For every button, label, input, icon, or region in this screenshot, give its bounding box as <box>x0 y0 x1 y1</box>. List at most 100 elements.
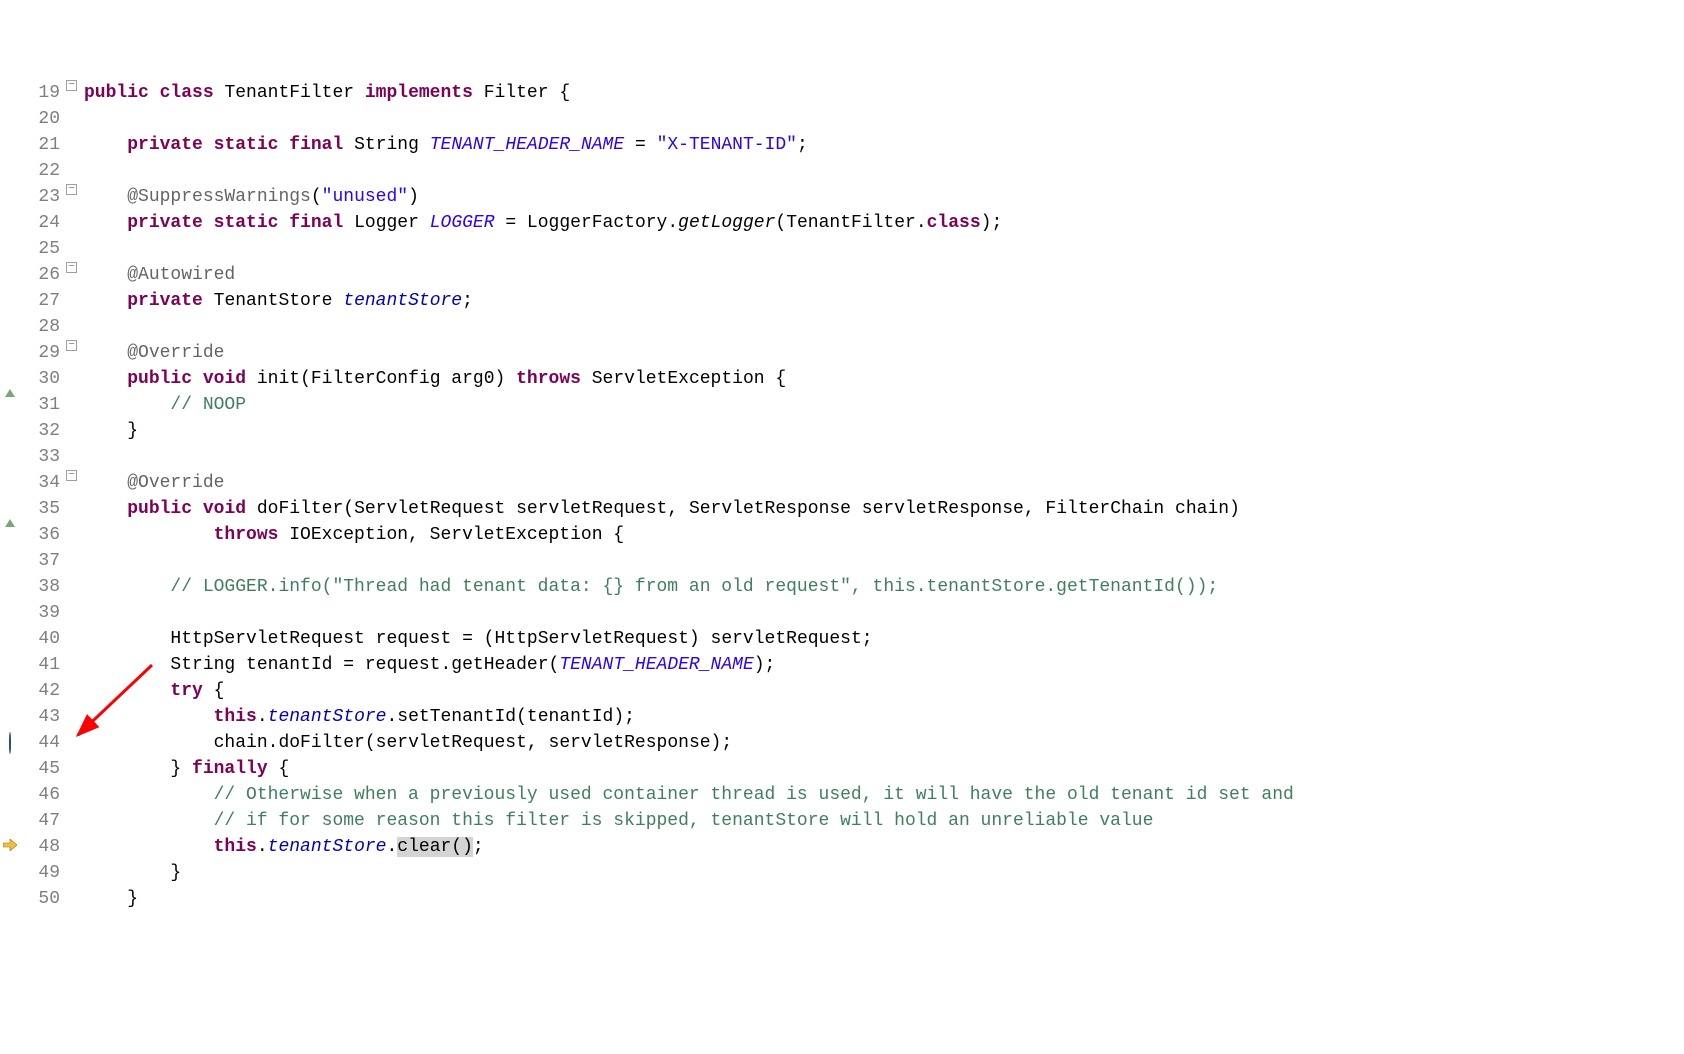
line-number[interactable]: 44 <box>20 730 66 756</box>
gutter-marker-cell[interactable] <box>0 834 20 860</box>
code-content[interactable]: @SuppressWarnings("unused") <box>82 184 1684 210</box>
line-number[interactable]: 27 <box>20 288 66 314</box>
code-content[interactable]: // if for some reason this filter is ski… <box>82 808 1684 834</box>
code-content[interactable]: } <box>82 886 1684 912</box>
fold-toggle-icon[interactable]: − <box>66 80 77 91</box>
code-content[interactable]: public void init(FilterConfig arg0) thro… <box>82 366 1684 392</box>
line-number[interactable]: 32 <box>20 418 66 444</box>
code-content[interactable]: } <box>82 418 1684 444</box>
line-number[interactable]: 43 <box>20 704 66 730</box>
line-number[interactable]: 23 <box>20 184 66 210</box>
code-content[interactable]: chain.doFilter(servletRequest, servletRe… <box>82 730 1684 756</box>
code-line[interactable]: 31 // NOOP <box>0 392 1684 418</box>
line-number[interactable]: 34 <box>20 470 66 496</box>
line-number[interactable]: 48 <box>20 834 66 860</box>
code-line[interactable]: 25 <box>0 236 1684 262</box>
code-line[interactable]: 41 String tenantId = request.getHeader(T… <box>0 652 1684 678</box>
code-line[interactable]: 19−public class TenantFilter implements … <box>0 80 1684 106</box>
code-line[interactable]: 28 <box>0 314 1684 340</box>
line-number[interactable]: 24 <box>20 210 66 236</box>
code-content[interactable]: try { <box>82 678 1684 704</box>
line-number[interactable]: 20 <box>20 106 66 132</box>
code-line[interactable]: 45 } finally { <box>0 756 1684 782</box>
code-line[interactable]: 38 // LOGGER.info("Thread had tenant dat… <box>0 574 1684 600</box>
code-content[interactable]: private TenantStore tenantStore; <box>82 288 1684 314</box>
fold-cell[interactable]: − <box>66 340 82 351</box>
code-content[interactable]: // LOGGER.info("Thread had tenant data: … <box>82 574 1684 600</box>
code-content[interactable]: String tenantId = request.getHeader(TENA… <box>82 652 1684 678</box>
fold-toggle-icon[interactable]: − <box>66 340 77 351</box>
code-line[interactable]: 40 HttpServletRequest request = (HttpSer… <box>0 626 1684 652</box>
line-number[interactable]: 47 <box>20 808 66 834</box>
code-line[interactable]: 34− @Override <box>0 470 1684 496</box>
line-number[interactable]: 28 <box>20 314 66 340</box>
code-line[interactable]: 35 public void doFilter(ServletRequest s… <box>0 496 1684 522</box>
code-line[interactable]: 48 this.tenantStore.clear(); <box>0 834 1684 860</box>
code-content[interactable]: private static final Logger LOGGER = Log… <box>82 210 1684 236</box>
code-line[interactable]: 27 private TenantStore tenantStore; <box>0 288 1684 314</box>
code-line[interactable]: 47 // if for some reason this filter is … <box>0 808 1684 834</box>
line-number[interactable]: 39 <box>20 600 66 626</box>
line-number[interactable]: 49 <box>20 860 66 886</box>
code-line[interactable]: 26− @Autowired <box>0 262 1684 288</box>
code-line[interactable]: 33 <box>0 444 1684 470</box>
fold-cell[interactable]: − <box>66 80 82 91</box>
code-content[interactable]: private static final String TENANT_HEADE… <box>82 132 1684 158</box>
line-number[interactable]: 26 <box>20 262 66 288</box>
code-content[interactable]: // Otherwise when a previously used cont… <box>82 782 1684 808</box>
line-number[interactable]: 42 <box>20 678 66 704</box>
line-number[interactable]: 50 <box>20 886 66 912</box>
line-number[interactable]: 22 <box>20 158 66 184</box>
code-content[interactable]: this.tenantStore.clear(); <box>82 834 1684 860</box>
code-line[interactable]: 44 chain.doFilter(servletRequest, servle… <box>0 730 1684 756</box>
code-line[interactable]: 50 } <box>0 886 1684 912</box>
line-number[interactable]: 45 <box>20 756 66 782</box>
code-content[interactable]: this.tenantStore.setTenantId(tenantId); <box>82 704 1684 730</box>
code-line[interactable]: 24 private static final Logger LOGGER = … <box>0 210 1684 236</box>
gutter-marker-cell[interactable] <box>0 366 20 392</box>
line-number[interactable]: 21 <box>20 132 66 158</box>
fold-cell[interactable]: − <box>66 184 82 195</box>
gutter-marker-cell[interactable] <box>0 496 20 522</box>
code-line[interactable]: 23− @SuppressWarnings("unused") <box>0 184 1684 210</box>
code-line[interactable]: 42 try { <box>0 678 1684 704</box>
code-line[interactable]: 46 // Otherwise when a previously used c… <box>0 782 1684 808</box>
line-number[interactable]: 25 <box>20 236 66 262</box>
code-content[interactable]: } <box>82 860 1684 886</box>
line-number[interactable]: 30 <box>20 366 66 392</box>
gutter-marker-cell[interactable] <box>0 730 20 756</box>
code-line[interactable]: 43 this.tenantStore.setTenantId(tenantId… <box>0 704 1684 730</box>
code-content[interactable]: // NOOP <box>82 392 1684 418</box>
code-line[interactable]: 32 } <box>0 418 1684 444</box>
breakpoint-icon[interactable] <box>9 732 11 754</box>
instruction-pointer-icon[interactable] <box>3 839 17 851</box>
code-line[interactable]: 36 throws IOException, ServletException … <box>0 522 1684 548</box>
line-number[interactable]: 29 <box>20 340 66 366</box>
line-number[interactable]: 33 <box>20 444 66 470</box>
code-line[interactable]: 29− @Override <box>0 340 1684 366</box>
line-number[interactable]: 36 <box>20 522 66 548</box>
fold-toggle-icon[interactable]: − <box>66 470 77 481</box>
line-number[interactable]: 35 <box>20 496 66 522</box>
code-line[interactable]: 21 private static final String TENANT_HE… <box>0 132 1684 158</box>
code-content[interactable]: public class TenantFilter implements Fil… <box>82 80 1684 106</box>
code-content[interactable]: @Override <box>82 340 1684 366</box>
line-number[interactable]: 19 <box>20 80 66 106</box>
fold-toggle-icon[interactable]: − <box>66 262 77 273</box>
code-line[interactable]: 37 <box>0 548 1684 574</box>
fold-cell[interactable]: − <box>66 470 82 481</box>
code-line[interactable]: 39 <box>0 600 1684 626</box>
code-content[interactable]: } finally { <box>82 756 1684 782</box>
code-content[interactable]: throws IOException, ServletException { <box>82 522 1684 548</box>
code-line[interactable]: 49 } <box>0 860 1684 886</box>
line-number[interactable]: 41 <box>20 652 66 678</box>
code-content[interactable]: @Override <box>82 470 1684 496</box>
line-number[interactable]: 40 <box>20 626 66 652</box>
line-number[interactable]: 46 <box>20 782 66 808</box>
code-line[interactable]: 20 <box>0 106 1684 132</box>
line-number[interactable]: 38 <box>20 574 66 600</box>
line-number[interactable]: 31 <box>20 392 66 418</box>
code-editor[interactable]: 19−public class TenantFilter implements … <box>0 80 1684 912</box>
code-content[interactable]: HttpServletRequest request = (HttpServle… <box>82 626 1684 652</box>
code-line[interactable]: 22 <box>0 158 1684 184</box>
